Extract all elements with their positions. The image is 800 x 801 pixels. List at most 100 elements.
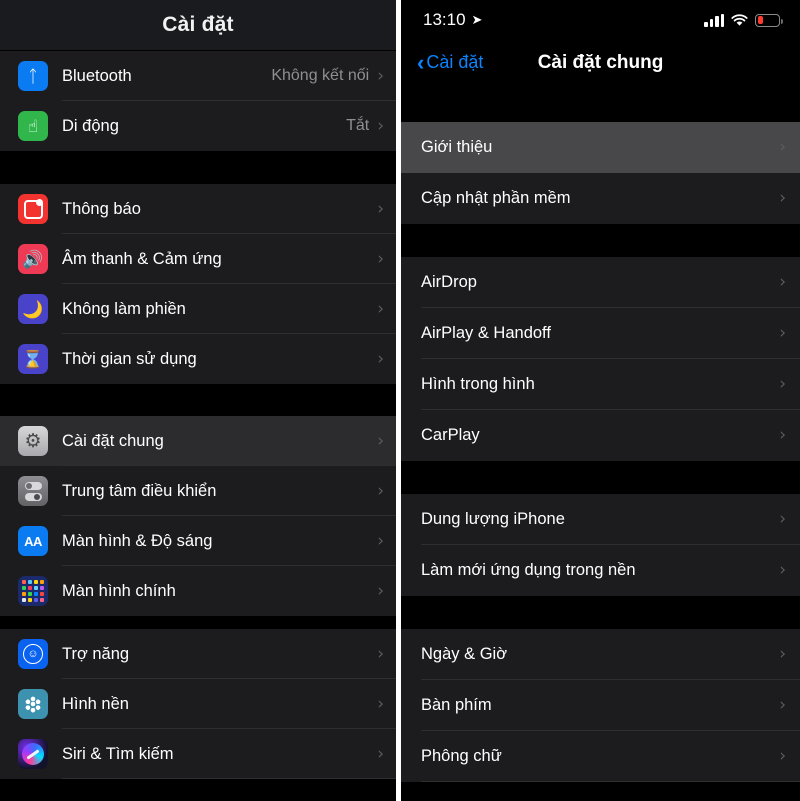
status-time: 13:10: [423, 10, 466, 29]
row-label: Màn hình chính: [62, 581, 176, 600]
settings-list-screen: Cài đặt ᛏ Bluetooth Không kết nối › ☝ Di…: [0, 0, 396, 801]
general-row-about[interactable]: Giới thiệu ›: [401, 122, 800, 173]
group-separator: [401, 461, 800, 494]
chevron-right-icon: ›: [779, 746, 786, 766]
status-left: 13:10 ➤: [423, 10, 482, 30]
settings-row-bluetooth[interactable]: ᛏ Bluetooth Không kết nối ›: [0, 51, 396, 101]
back-button[interactable]: ‹ Cài đặt: [417, 49, 484, 75]
moon-icon: 🌙: [18, 294, 48, 324]
settings-row-control-center[interactable]: Trung tâm điều khiển ›: [0, 466, 396, 516]
chevron-right-icon: ›: [779, 560, 786, 580]
general-settings-screen: 13:10 ➤ ‹ Cài đặt Cài đặt chung Giới thi…: [401, 0, 800, 801]
navigation-bar: ‹ Cài đặt Cài đặt chung: [401, 40, 800, 85]
general-row-date-time[interactable]: Ngày & Giờ ›: [401, 629, 800, 680]
chevron-right-icon: ›: [377, 298, 384, 319]
chevron-right-icon: ›: [377, 430, 384, 451]
row-label: Cài đặt chung: [62, 431, 164, 450]
location-arrow-icon: ➤: [471, 12, 483, 27]
status-bar: 13:10 ➤: [401, 0, 800, 40]
row-label: Siri & Tìm kiếm: [62, 744, 174, 763]
row-label: Phông chữ: [421, 747, 502, 765]
left-header: Cài đặt: [0, 0, 396, 51]
row-label: Di động: [62, 116, 119, 135]
settings-row-siri-search[interactable]: Siri & Tìm kiếm ›: [0, 729, 396, 779]
settings-row-screen-time[interactable]: ⌛ Thời gian sử dụng ›: [0, 334, 396, 384]
chevron-right-icon: ›: [377, 693, 384, 714]
general-group-input: Ngày & Giờ › Bàn phím › Phông chữ ›: [401, 629, 800, 782]
chevron-right-icon: ›: [377, 198, 384, 219]
settings-row-general[interactable]: ⚙ Cài đặt chung ›: [0, 416, 396, 466]
general-row-background-app-refresh[interactable]: Làm mới ứng dụng trong nền ›: [401, 545, 800, 596]
hourglass-icon: ⌛: [18, 344, 48, 374]
group-separator: [0, 384, 396, 416]
row-label: Không làm phiền: [62, 299, 186, 318]
chevron-right-icon: ›: [377, 248, 384, 269]
chevron-right-icon: ›: [377, 115, 384, 136]
settings-row-notifications[interactable]: Thông báo ›: [0, 184, 396, 234]
row-label: Làm mới ứng dụng trong nền: [421, 561, 636, 579]
settings-row-sounds[interactable]: 🔊 Âm thanh & Cảm ứng ›: [0, 234, 396, 284]
sounds-icon: 🔊: [18, 244, 48, 274]
row-label: Thời gian sử dụng: [62, 349, 197, 368]
settings-group-alerts: Thông báo › 🔊 Âm thanh & Cảm ứng › 🌙 Khô…: [0, 184, 396, 384]
siri-icon: [18, 739, 48, 769]
row-label: Ngày & Giờ: [421, 645, 508, 663]
bluetooth-icon: ᛏ: [18, 61, 48, 91]
row-label: Dung lượng iPhone: [421, 510, 565, 528]
general-row-airplay-handoff[interactable]: AirPlay & Handoff ›: [401, 308, 800, 359]
chevron-right-icon: ›: [377, 580, 384, 601]
display-brightness-icon: AA: [18, 526, 48, 556]
chevron-right-icon: ›: [779, 323, 786, 343]
settings-row-cellular[interactable]: ☝ Di động Tắt ›: [0, 101, 396, 151]
group-separator: [0, 616, 396, 629]
chevron-right-icon: ›: [377, 643, 384, 664]
row-label: Thông báo: [62, 199, 141, 218]
chevron-right-icon: ›: [779, 374, 786, 394]
row-label: Bàn phím: [421, 696, 492, 714]
row-label: Hình trong hình: [421, 375, 535, 393]
dual-screenshot-stage: Cài đặt ᛏ Bluetooth Không kết nối › ☝ Di…: [0, 0, 800, 801]
home-screen-icon: [18, 576, 48, 606]
gear-icon: ⚙: [18, 426, 48, 456]
row-label: Giới thiệu: [421, 138, 493, 156]
settings-group-system: ⚙ Cài đặt chung › Trung tâm điều khiển ›: [0, 416, 396, 616]
chevron-left-icon: ‹: [417, 49, 425, 75]
general-row-iphone-storage[interactable]: Dung lượng iPhone ›: [401, 494, 800, 545]
general-row-software-update[interactable]: Cập nhật phần mềm ›: [401, 173, 800, 224]
chevron-right-icon: ›: [377, 480, 384, 501]
general-row-picture-in-picture[interactable]: Hình trong hình ›: [401, 359, 800, 410]
general-row-airdrop[interactable]: AirDrop ›: [401, 257, 800, 308]
row-label: AirPlay & Handoff: [421, 324, 551, 342]
row-label: Màn hình & Độ sáng: [62, 531, 213, 550]
chevron-right-icon: ›: [779, 509, 786, 529]
status-right: [704, 13, 783, 27]
settings-row-wallpaper[interactable]: Hình nền ›: [0, 679, 396, 729]
row-label: Bluetooth: [62, 66, 132, 85]
settings-row-display-brightness[interactable]: AA Màn hình & Độ sáng ›: [0, 516, 396, 566]
group-separator: [401, 224, 800, 257]
chevron-right-icon: ›: [377, 65, 384, 86]
chevron-right-icon: ›: [779, 188, 786, 208]
row-label: Âm thanh & Cảm ứng: [62, 249, 222, 268]
settings-row-accessibility[interactable]: ☺ Trợ năng ›: [0, 629, 396, 679]
settings-row-do-not-disturb[interactable]: 🌙 Không làm phiền ›: [0, 284, 396, 334]
cellular-bars-icon: [704, 13, 724, 27]
settings-row-home-screen[interactable]: Màn hình chính ›: [0, 566, 396, 616]
back-button-label: Cài đặt: [426, 52, 484, 72]
row-label: CarPlay: [421, 426, 480, 444]
chevron-right-icon: ›: [779, 425, 786, 445]
general-row-fonts[interactable]: Phông chữ ›: [401, 731, 800, 782]
accessibility-icon: ☺: [18, 639, 48, 669]
chevron-right-icon: ›: [779, 137, 786, 157]
general-group-storage: Dung lượng iPhone › Làm mới ứng dụng tro…: [401, 494, 800, 596]
general-row-carplay[interactable]: CarPlay ›: [401, 410, 800, 461]
control-center-icon: [18, 476, 48, 506]
chevron-right-icon: ›: [377, 348, 384, 369]
row-value: Tắt: [346, 117, 370, 134]
row-value: Không kết nối: [271, 67, 370, 84]
general-group-sharing: AirDrop › AirPlay & Handoff › Hình trong…: [401, 257, 800, 461]
row-label: AirDrop: [421, 273, 477, 291]
group-separator: [401, 85, 800, 122]
row-label: Trợ năng: [62, 644, 130, 663]
general-row-keyboard[interactable]: Bàn phím ›: [401, 680, 800, 731]
